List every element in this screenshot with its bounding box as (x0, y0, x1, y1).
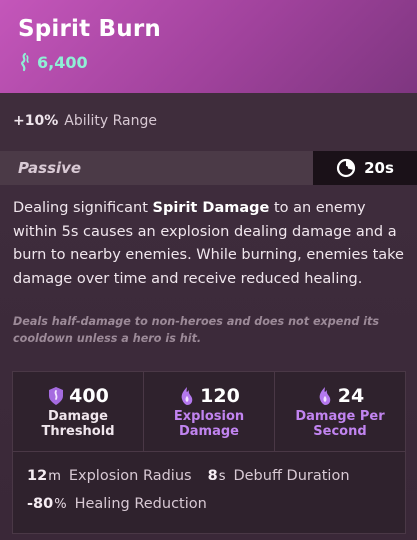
stat-column-threshold: 400 Damage Threshold (13, 372, 144, 451)
cost-value: 6,400 (37, 52, 88, 72)
shield-spirit-icon (49, 387, 64, 405)
stat-row: 12 m Explosion Radius 8s Debuff Duration (27, 468, 350, 484)
cooldown-badge: 20s (313, 151, 417, 185)
bonus-stat: +10% Ability Range (13, 113, 157, 129)
stat-row: -80% Healing Reduction (27, 496, 207, 512)
stat-value: 120 (200, 385, 240, 407)
stat-row-number: 8 (207, 468, 218, 484)
item-title: Spirit Burn (18, 16, 161, 42)
stat-row-label: Explosion Radius (68, 468, 192, 484)
description-note: Deals half-damage to non-heroes and does… (13, 315, 380, 345)
desc-highlight: Spirit Damage (152, 200, 270, 216)
stat-value: 24 (337, 385, 365, 407)
item-header: Spirit Burn 6,400 (0, 0, 417, 93)
passive-bar: Passive 20s (0, 151, 417, 185)
cooldown-value: 20s (364, 159, 394, 177)
bonus-value: +10% (13, 113, 59, 129)
passive-label: Passive (18, 159, 82, 177)
stat-columns: 400 Damage Threshold 120 Explosion Damag… (13, 372, 405, 451)
item-cost: 6,400 (18, 52, 88, 72)
bonus-label: Ability Range (64, 113, 157, 129)
stat-row-unit: s (218, 469, 226, 484)
description-body: Dealing significant Spirit Damage to an … (0, 185, 417, 540)
cooldown-clock-icon (336, 158, 356, 178)
stat-row-unit: % (54, 497, 67, 512)
stats-box: 400 Damage Threshold 120 Explosion Damag… (12, 371, 406, 534)
stat-column-explosion: 120 Explosion Damage (144, 372, 275, 451)
stat-label: Damage Per Second (295, 409, 385, 439)
stat-row-label: Healing Reduction (74, 496, 207, 512)
spirit-flame-icon (181, 387, 193, 405)
spirit-flame-icon (319, 387, 331, 405)
bonus-section: +10% Ability Range (0, 93, 417, 151)
description-text: Dealing significant Spirit Damage to an … (13, 197, 405, 291)
stat-label: Damage Threshold (41, 409, 115, 439)
desc-part1: Dealing significant (13, 200, 153, 216)
souls-currency-icon (21, 52, 29, 72)
stat-value: 400 (69, 385, 109, 407)
stat-column-dps: 24 Damage Per Second (275, 372, 405, 451)
stat-row-number: 12 (27, 468, 48, 484)
item-card: Spirit Burn 6,400 +10% Ability Range Pas… (0, 0, 417, 540)
stat-label: Explosion Damage (173, 409, 245, 439)
stats-divider (13, 451, 405, 452)
stat-row-number: -80 (27, 496, 54, 512)
stat-row-unit: m (48, 469, 61, 484)
stat-row-label: Debuff Duration (233, 468, 350, 484)
